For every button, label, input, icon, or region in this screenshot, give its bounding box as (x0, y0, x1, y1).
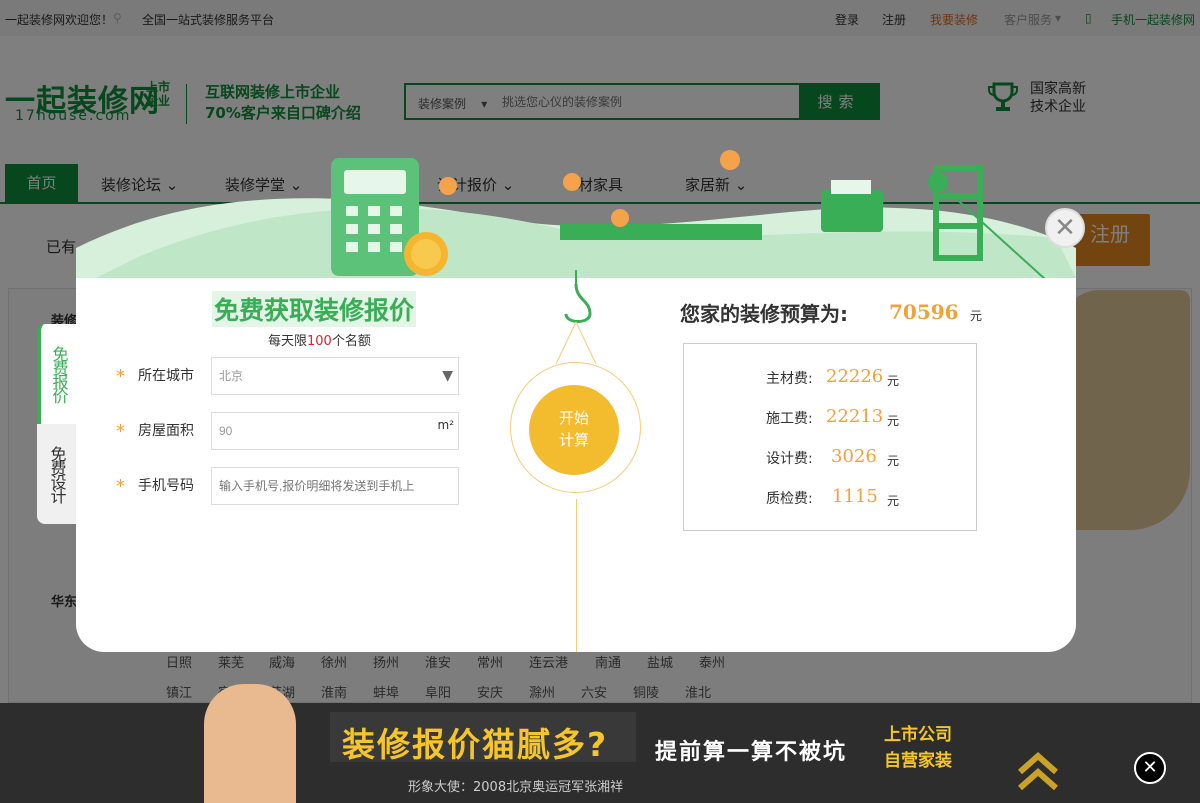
side-tab-free-quote[interactable]: 免费报价 (37, 324, 76, 424)
side-tab-free-design[interactable]: 免费设计 (37, 424, 76, 524)
phone-input[interactable] (219, 479, 451, 493)
city-select[interactable]: 北京 ▼ (211, 357, 459, 395)
banner-badge-line2: 自营家装 (884, 751, 952, 771)
banner-badge-line1: 上市公司 (884, 725, 952, 745)
required-icon: * (116, 366, 125, 387)
ambassador-photo (204, 684, 296, 803)
caret-down-icon: ▼ (442, 368, 453, 384)
result-item-unit: 元 (887, 454, 900, 468)
result-item-label: 主材费: (766, 371, 813, 387)
center-divider (576, 499, 577, 652)
banner-subline: 提前算一算不被坑 (655, 740, 848, 765)
result-item-label: 质检费: (766, 491, 813, 507)
result-item-unit: 元 (887, 494, 900, 508)
city-label: 所在城市 (138, 368, 194, 384)
area-input[interactable] (219, 424, 419, 438)
result-title: 您家的装修预算为: (680, 302, 848, 326)
banner-ambassador: 形象大使：2008北京奥运冠军张湘祥 (408, 780, 624, 795)
form-subtitle: 每天限100个名额 (268, 334, 371, 349)
result-total: 70596 (889, 300, 959, 324)
area-label: 房屋面积 (138, 423, 194, 439)
result-item-value: 1115 (832, 486, 878, 507)
modal-close-button[interactable]: ✕ (1045, 208, 1085, 248)
required-icon: * (116, 421, 125, 442)
phone-field (211, 467, 459, 505)
hook-decoration (555, 270, 597, 365)
result-item-value: 3026 (831, 446, 877, 467)
city-select-value: 北京 (219, 369, 244, 383)
result-item-label: 施工费: (766, 411, 813, 427)
banner-close-button[interactable]: ✕ (1134, 752, 1166, 784)
start-calculate-button[interactable]: 开始 计算 (529, 385, 619, 475)
result-item-value: 22226 (826, 366, 884, 387)
result-item-unit: 元 (887, 414, 900, 428)
area-unit: m² (437, 418, 455, 432)
banner-badge: 上市公司 自营家装 (884, 722, 952, 774)
result-total-unit: 元 (970, 309, 983, 323)
required-icon: * (116, 476, 125, 497)
chevron-up-icon (1018, 752, 1058, 791)
phone-label: 手机号码 (138, 478, 194, 494)
start-line2: 计算 (558, 431, 589, 449)
result-item-value: 22213 (826, 406, 884, 427)
modal-header-illustration (76, 150, 1076, 278)
result-item-label: 设计费: (766, 451, 813, 467)
form-title: 免费获取装修报价 (212, 291, 417, 327)
area-field: m² (211, 412, 459, 450)
banner-headline: 装修报价猫腻多? (342, 725, 609, 764)
start-line1: 开始 (558, 409, 589, 427)
result-item-unit: 元 (887, 374, 900, 388)
